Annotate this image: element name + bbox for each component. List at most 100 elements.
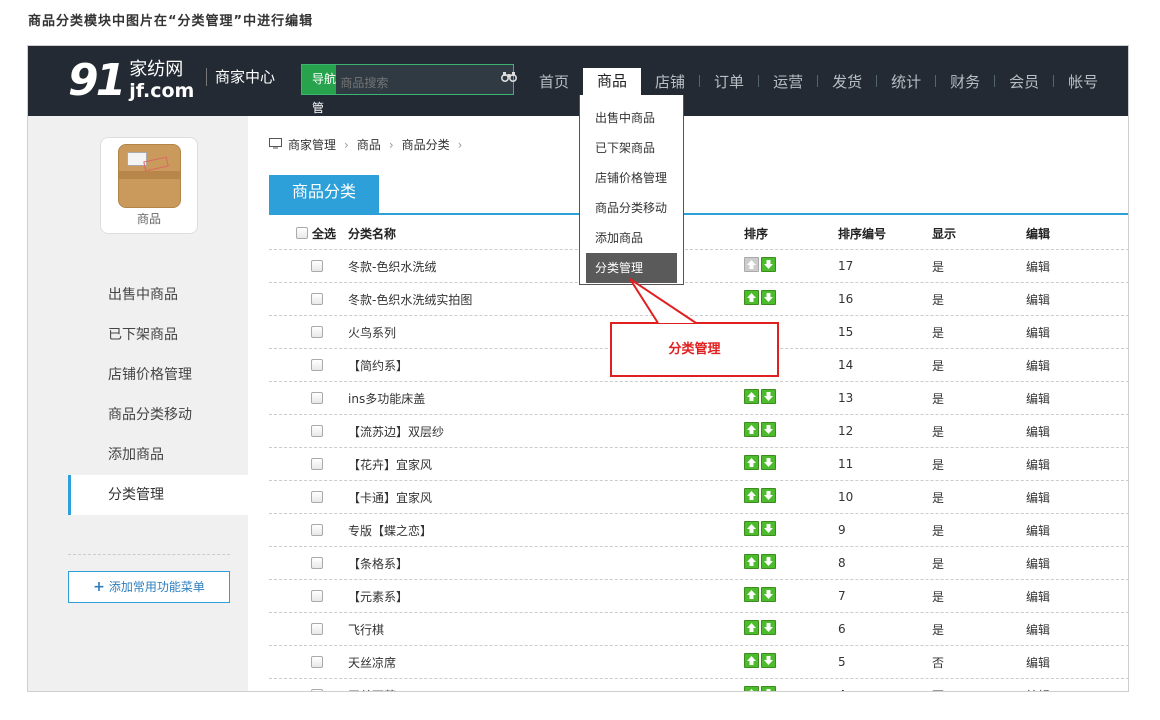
move-down-icon[interactable] [761,553,776,569]
sidebar-item[interactable]: 分类管理 [68,475,248,515]
edit-cell: 编辑 [1026,324,1126,341]
move-up-icon[interactable] [744,421,759,437]
move-down-icon[interactable] [761,487,776,503]
nav-search-group: 导航管理 ❯ [301,64,518,144]
row-checkbox[interactable] [311,491,323,503]
topnav-item-3[interactable]: 订单 [700,46,758,116]
move-down-icon[interactable] [761,652,776,668]
edit-link[interactable]: 编辑 [1026,656,1050,670]
breadcrumb-link[interactable]: 商品 [357,136,381,153]
add-common-menu-button[interactable]: + 添加常用功能菜单 [68,571,230,603]
move-down-icon[interactable] [761,454,776,470]
topnav-item-4[interactable]: 运营 [759,46,817,116]
move-up-icon[interactable] [744,652,759,668]
edit-link[interactable]: 编辑 [1026,458,1050,472]
move-up-icon[interactable] [744,520,759,536]
topnav-item-6[interactable]: 统计 [877,46,935,116]
category-name: 天丝西蒂 [348,687,744,692]
table-row: 【卡通】宜家风 10 是 编辑 [269,481,1128,514]
select-all-checkbox[interactable] [296,227,308,239]
move-up-icon[interactable] [744,553,759,569]
topnav-item-9[interactable]: 帐号 [1054,46,1112,116]
sidebar-menu: 出售中商品 已下架商品 店铺价格管理 商品分类移动 添加商品 分类管理 [68,275,248,515]
table-row: ins多功能床盖 13 是 编辑 [269,382,1128,415]
row-checkbox[interactable] [311,293,323,305]
edit-link[interactable]: 编辑 [1026,359,1050,373]
move-down-icon[interactable] [761,520,776,536]
topnav-item-7[interactable]: 财务 [936,46,994,116]
row-checkbox[interactable] [311,425,323,437]
table-header-row: 全选 分类名称 排序 排序编号 显示 编辑 [269,217,1128,250]
move-down-icon[interactable] [761,289,776,305]
move-up-icon[interactable] [744,487,759,503]
sort-number: 7 [838,589,846,603]
sidebar-item[interactable]: 店铺价格管理 [68,355,248,395]
dropdown-item[interactable]: 店铺价格管理 [580,163,683,193]
header-name: 分类名称 [348,226,397,241]
row-checkbox[interactable] [311,689,323,691]
row-checkbox[interactable] [311,590,323,602]
breadcrumb-link[interactable]: 商品分类 [402,136,450,153]
topnav-item-8[interactable]: 会员 [995,46,1053,116]
move-up-icon[interactable] [744,619,759,635]
breadcrumb-link[interactable]: 商家管理 [288,136,336,153]
row-checkbox[interactable] [311,656,323,668]
site-logo[interactable]: 91 家纺网 jf.com [68,58,194,104]
dropdown-item[interactable]: 已下架商品 [580,133,683,163]
dropdown-item[interactable]: 出售中商品 [580,103,683,133]
sidebar-item[interactable]: 添加商品 [68,435,248,475]
edit-link[interactable]: 编辑 [1026,293,1050,307]
callout-pointer [629,278,697,324]
row-checkbox[interactable] [311,524,323,536]
topnav-item-0[interactable]: 首页 [525,46,583,116]
row-checkbox[interactable] [311,260,323,272]
goods-app-tile[interactable]: 商品 [100,137,198,234]
topnav-item-5[interactable]: 发货 [818,46,876,116]
edit-link[interactable]: 编辑 [1026,524,1050,538]
product-search-input[interactable] [336,65,502,94]
edit-link[interactable]: 编辑 [1026,590,1050,604]
topnav-label: 店铺 [655,72,686,91]
category-name: 【花卉】宜家风 [348,457,433,472]
site-title: 商家中心 [206,68,275,86]
move-up-icon[interactable] [744,454,759,470]
dropdown-item[interactable]: 添加商品 [580,223,683,253]
edit-link[interactable]: 编辑 [1026,623,1050,637]
move-down-icon[interactable] [761,685,776,691]
category-name: 天丝凉席 [348,655,397,670]
row-checkbox[interactable] [311,392,323,404]
row-select-cell [269,458,348,470]
edit-link[interactable]: 编辑 [1026,491,1050,505]
move-down-icon[interactable] [761,388,776,404]
move-down-icon[interactable] [761,586,776,602]
move-down-icon[interactable] [761,421,776,437]
edit-link[interactable]: 编辑 [1026,392,1050,406]
page-title-tab[interactable]: 商品分类 [269,175,379,213]
move-up-icon[interactable] [744,586,759,602]
app-tile-label: 商品 [136,212,161,226]
move-up-icon[interactable] [744,388,759,404]
header-show: 显示 [932,226,957,241]
sidebar-item[interactable]: 已下架商品 [68,315,248,355]
row-checkbox[interactable] [311,458,323,470]
row-checkbox[interactable] [311,623,323,635]
row-checkbox[interactable] [311,359,323,371]
dropdown-item[interactable]: 商品分类移动 [580,193,683,223]
row-checkbox[interactable] [311,557,323,569]
edit-link[interactable]: 编辑 [1026,557,1050,571]
edit-link[interactable]: 编辑 [1026,260,1050,274]
table-row: 飞行棋 6 是 编辑 [269,613,1128,646]
edit-link[interactable]: 编辑 [1026,425,1050,439]
sidebar-item[interactable]: 商品分类移动 [68,395,248,435]
row-checkbox[interactable] [311,326,323,338]
nav-manage-dropdown-button[interactable]: 导航管理 ❯ [302,65,336,144]
edit-link[interactable]: 编辑 [1026,326,1050,340]
sidebar-item[interactable]: 出售中商品 [68,275,248,315]
row-select-cell [269,524,348,536]
binoculars-search-icon[interactable] [501,65,518,94]
move-down-icon[interactable] [761,256,776,272]
edit-link[interactable]: 编辑 [1026,689,1050,692]
move-up-icon[interactable] [744,289,759,305]
move-down-icon[interactable] [761,619,776,635]
move-up-icon[interactable] [744,685,759,691]
